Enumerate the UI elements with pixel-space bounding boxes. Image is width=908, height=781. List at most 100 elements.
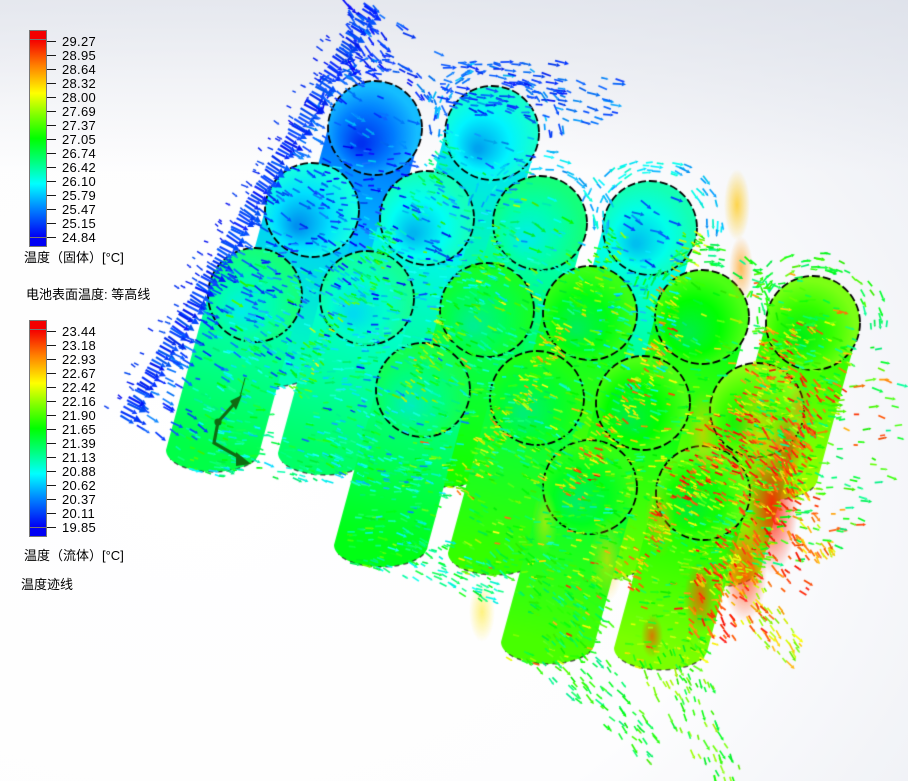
legend-tick: 25.79 [47, 188, 97, 204]
legend-tick: 27.05 [47, 131, 97, 147]
tick-mark [47, 153, 56, 155]
tick-value: 27.37 [62, 117, 97, 133]
tick-value: 21.13 [62, 450, 97, 466]
tick-mark [47, 96, 56, 98]
tick-value: 20.62 [62, 478, 97, 494]
tick-mark [47, 195, 56, 197]
tick-value: 26.10 [62, 174, 97, 190]
tick-mark [47, 443, 56, 445]
tick-value: 28.95 [62, 47, 97, 63]
legend-tick: 28.64 [47, 61, 97, 77]
tick-value: 29.27 [62, 33, 97, 49]
legend-tick: 22.16 [47, 393, 97, 409]
legend-tick: 22.67 [47, 365, 97, 381]
tick-mark [47, 138, 56, 140]
tick-value: 25.15 [62, 216, 97, 232]
tick-value: 21.90 [62, 407, 97, 423]
legend-fluid-caption: 温度（流体）[°C] [24, 548, 124, 563]
flow-simulation-viewport: 29.27 28.95 28.64 28.32 28.00 27.69 27.3… [0, 0, 908, 781]
tick-value: 27.69 [62, 103, 97, 119]
tick-mark [47, 330, 56, 332]
legend-fluid-ticks: 23.44 23.18 22.93 22.67 22.42 22.16 21.9… [47, 320, 127, 545]
tick-mark [47, 414, 56, 416]
tick-value: 28.32 [62, 75, 97, 91]
tick-mark [47, 386, 56, 388]
tick-value: 26.42 [62, 160, 97, 176]
legend-fluid-min-cap [29, 527, 47, 537]
legend-tick: 28.32 [47, 75, 97, 91]
tick-mark [47, 167, 56, 169]
tick-value: 28.00 [62, 89, 97, 105]
tick-mark [47, 344, 56, 346]
contour-plot-label: 电池表面温度: 等高线 [26, 287, 151, 302]
legend-solid-ticks: 29.27 28.95 28.64 28.32 28.00 27.69 27.3… [47, 30, 127, 255]
tick-value: 22.16 [62, 393, 97, 409]
tick-value: 22.42 [62, 379, 97, 395]
legend-solid-min-cap [29, 237, 47, 247]
legend-tick: 21.90 [47, 407, 97, 423]
legend-tick: 26.42 [47, 160, 97, 176]
tick-value: 23.18 [62, 337, 97, 353]
legend-tick: 22.42 [47, 379, 97, 395]
legend-temperature-fluid[interactable]: 23.44 23.18 22.93 22.67 22.42 22.16 21.9… [29, 320, 139, 550]
tick-mark [47, 428, 56, 430]
legend-solid-caption: 温度（固体）[°C] [24, 250, 124, 265]
legend-tick: 22.93 [47, 351, 97, 367]
legend-tick: 23.18 [47, 337, 97, 353]
tick-value: 25.47 [62, 202, 97, 218]
legend-tick: 25.15 [47, 216, 97, 232]
legend-tick: 23.44 [47, 323, 97, 339]
tick-mark [47, 110, 56, 112]
tick-value: 23.44 [62, 323, 97, 339]
legend-tick: 25.47 [47, 202, 97, 218]
legend-tick: 21.65 [47, 421, 97, 437]
tick-value: 26.74 [62, 146, 97, 162]
tick-mark [47, 457, 56, 459]
tick-value: 22.93 [62, 351, 97, 367]
tick-mark [47, 485, 56, 487]
tick-value: 24.84 [62, 230, 97, 246]
legend-tick: 20.88 [47, 464, 97, 480]
tick-mark [47, 223, 56, 225]
tick-mark [47, 181, 56, 183]
legend-tick: 21.39 [47, 436, 97, 452]
tick-value: 19.85 [62, 520, 97, 536]
legend-tick: 28.00 [47, 89, 97, 105]
legend-temperature-solid[interactable]: 29.27 28.95 28.64 28.32 28.00 27.69 27.3… [29, 30, 139, 260]
tick-mark [47, 124, 56, 126]
tick-mark [47, 40, 56, 42]
tick-value: 25.79 [62, 188, 97, 204]
legend-tick: 27.69 [47, 103, 97, 119]
tick-mark [47, 237, 56, 239]
legend-tick: 21.13 [47, 450, 97, 466]
tick-mark [47, 471, 56, 473]
tick-value: 21.39 [62, 436, 97, 452]
legend-tick: 28.95 [47, 47, 97, 63]
tick-value: 21.65 [62, 421, 97, 437]
tick-mark [47, 68, 56, 70]
legend-tick: 27.37 [47, 117, 97, 133]
legend-tick: 20.37 [47, 492, 97, 508]
tick-mark [47, 358, 56, 360]
legend-tick: 29.27 [47, 33, 97, 49]
tick-value: 22.67 [62, 365, 97, 381]
tick-mark [47, 400, 56, 402]
tick-mark [47, 527, 56, 529]
legend-tick: 24.84 [47, 230, 97, 246]
legend-tick: 26.10 [47, 174, 97, 190]
tick-value: 28.64 [62, 61, 97, 77]
trace-plot-label: 温度迹线 [21, 577, 74, 592]
tick-value: 27.05 [62, 131, 97, 147]
tick-mark [47, 499, 56, 501]
legend-tick: 26.74 [47, 146, 97, 162]
tick-mark [47, 209, 56, 211]
tick-mark [47, 54, 56, 56]
legend-tick: 20.62 [47, 478, 97, 494]
tick-value: 20.88 [62, 464, 97, 480]
legend-tick: 20.11 [47, 506, 95, 521]
tick-mark [47, 82, 56, 84]
tick-value: 20.37 [62, 492, 97, 508]
legend-tick: 19.85 [47, 520, 97, 536]
legend-fluid-colorbar[interactable] [29, 329, 47, 528]
legend-solid-colorbar[interactable] [29, 39, 47, 238]
